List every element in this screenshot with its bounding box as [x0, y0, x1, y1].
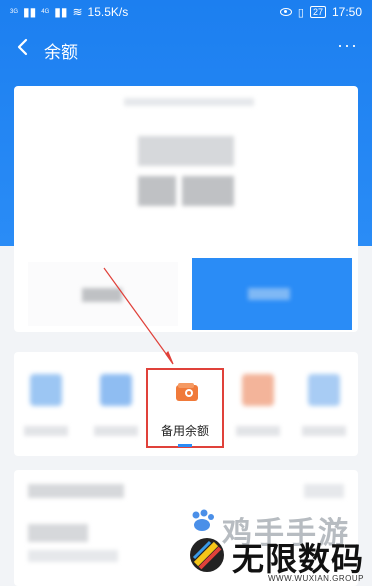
grid-item[interactable]	[232, 366, 284, 446]
primary-button[interactable]	[192, 258, 352, 330]
blurred-button-label	[82, 288, 122, 302]
nav-bar: 余额 ···	[0, 28, 372, 68]
vibrate-icon: ▯	[297, 6, 304, 19]
brand-logo-icon	[188, 536, 226, 574]
wifi-icon: ≋	[72, 5, 83, 19]
blurred-label	[236, 426, 280, 436]
wallet-icon	[175, 382, 199, 402]
watermark: 鸡手手游 无限数码 WWW.WUXIAN.GROUP	[188, 508, 372, 586]
net-speed: 15.5K/s	[87, 5, 129, 19]
blurred-button-label	[248, 288, 290, 300]
page-title: 余额	[44, 43, 78, 62]
blurred-label	[302, 426, 346, 436]
blurred-row-title	[28, 484, 124, 498]
blurred-amount	[138, 176, 176, 206]
reserve-balance-item[interactable]: 备用余额	[146, 368, 224, 448]
watermark-url: WWW.WUXIAN.GROUP	[268, 574, 364, 583]
eye-icon	[279, 8, 292, 16]
reserve-balance-label: 备用余额	[160, 424, 209, 438]
secondary-button[interactable]	[28, 262, 178, 326]
signal-icon: ▮▮	[54, 5, 68, 19]
back-icon[interactable]	[14, 38, 32, 56]
grid-item[interactable]	[20, 366, 72, 446]
signal-icon: ▮▮	[23, 5, 37, 19]
blurred-icon	[100, 374, 132, 406]
blurred-row-title	[28, 524, 88, 542]
blurred-icon	[308, 374, 340, 406]
blurred-row-sub	[28, 550, 118, 562]
blurred-label	[24, 426, 68, 436]
blurred-row-value	[304, 484, 344, 498]
blurred-icon	[30, 374, 62, 406]
blurred-amount	[182, 176, 234, 206]
status-bar: 3G ▮▮ 4G ▮▮ ≋ 15.5K/s ▯ 27 17:50	[0, 0, 372, 26]
blurred-title	[124, 98, 254, 106]
signal-2-label: 4G	[41, 9, 50, 15]
paw-logo-icon	[188, 508, 218, 534]
selected-indicator	[178, 444, 192, 447]
grid-item[interactable]	[298, 366, 350, 446]
signal-1-label: 3G	[10, 9, 19, 15]
battery-icon: 27	[309, 6, 326, 18]
blurred-label	[94, 426, 138, 436]
clock: 17:50	[331, 5, 362, 19]
grid-item[interactable]	[90, 366, 142, 446]
blurred-icon	[242, 374, 274, 406]
more-icon[interactable]: ···	[337, 36, 358, 54]
blurred-amount	[138, 136, 234, 166]
